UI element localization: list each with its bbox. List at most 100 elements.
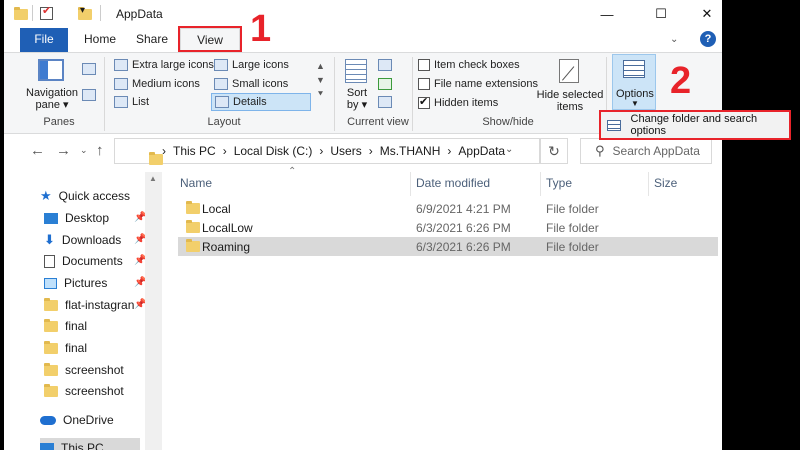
size-columns-icon[interactable]	[378, 96, 392, 108]
highlight-view-tab	[178, 26, 242, 52]
window-title: AppData	[116, 7, 163, 21]
back-arrow-icon[interactable]: ←	[30, 142, 45, 159]
breadcrumb-appdata[interactable]: AppData	[458, 144, 505, 158]
step-1-label: 1	[250, 8, 272, 50]
tab-share[interactable]: Share	[126, 28, 178, 52]
sort-by-icon[interactable]	[345, 59, 367, 83]
sidebar-item-this-pc[interactable]: This PC	[40, 438, 140, 450]
group-separator	[334, 57, 335, 131]
breadcrumb-user[interactable]: Ms.THANH	[380, 144, 441, 158]
sidebar-item-quick-access[interactable]: ★ Quick access	[40, 186, 130, 206]
breadcrumb-separator: ›	[447, 144, 452, 158]
file-list: ⌃ Name Date modified Type Size Local 6/9…	[164, 166, 722, 450]
sidebar-item-screenshot-2[interactable]: screenshot	[44, 381, 124, 401]
forward-arrow-icon[interactable]: →	[56, 142, 71, 159]
up-arrow-icon[interactable]: ↑	[96, 142, 104, 159]
maximize-button[interactable]: ☐	[638, 0, 684, 28]
change-folder-options-menu-item[interactable]: Change folder and search options	[631, 113, 789, 137]
tab-file[interactable]: File	[20, 28, 68, 52]
ribbon-collapse-icon[interactable]: ⌄	[670, 34, 678, 45]
sidebar-item-desktop[interactable]: Desktop	[44, 208, 109, 228]
layout-label: Details	[233, 96, 267, 108]
close-button[interactable]: ✕	[684, 0, 722, 28]
layout-label: Small icons	[232, 78, 289, 90]
column-header-type[interactable]: Type	[546, 176, 572, 190]
navigation-pane-icon[interactable]	[38, 59, 64, 81]
navigation-pane-label-2: pane	[35, 99, 60, 111]
layout-medium-icons[interactable]: Medium icons	[114, 78, 200, 90]
refresh-icon[interactable]: ↻	[540, 138, 568, 164]
desktop-icon	[44, 212, 58, 224]
ribbon-tabs: File Home Share View ⌄ ?	[4, 28, 722, 52]
minimize-button[interactable]: —	[584, 0, 630, 28]
sidebar-item-flat-instagram[interactable]: flat-instagran	[44, 295, 134, 315]
layout-large-icons[interactable]: Large icons	[214, 59, 289, 71]
breadcrumb-this-pc[interactable]: This PC	[173, 144, 216, 158]
table-row[interactable]: Roaming 6/3/2021 6:26 PM File folder	[178, 237, 718, 256]
item-check-boxes[interactable]: Item check boxes	[418, 59, 520, 71]
layout-list[interactable]: List	[114, 96, 149, 108]
layout-small-icons[interactable]: Small icons	[214, 78, 288, 90]
file-name-extensions[interactable]: File name extensions	[418, 78, 538, 90]
folder-icon	[44, 297, 58, 311]
sidebar-scrollbar[interactable]: ▲	[145, 172, 162, 450]
sidebar-item-final-2[interactable]: final	[44, 338, 87, 358]
group-label-current-view: Current view	[347, 116, 409, 128]
preview-pane-icon[interactable]	[82, 63, 96, 75]
hide-selected-label-2: items	[556, 101, 584, 113]
sidebar-item-pictures[interactable]: Pictures	[44, 273, 107, 293]
layout-details[interactable]: Details	[211, 93, 311, 111]
tab-home[interactable]: Home	[74, 28, 126, 52]
sidebar-item-screenshot[interactable]: screenshot	[44, 360, 124, 380]
breadcrumb-users[interactable]: Users	[330, 144, 361, 158]
details-pane-icon[interactable]	[82, 89, 96, 101]
navigation-pane-button[interactable]: Navigation pane ▾	[26, 87, 78, 111]
column-header-name[interactable]: Name	[180, 176, 212, 190]
sidebar-item-label: final	[65, 319, 88, 333]
sidebar-item-label: screenshot	[65, 363, 124, 377]
table-row[interactable]: LocalLow 6/3/2021 6:26 PM File folder	[178, 218, 718, 237]
hide-selected-items-button[interactable]: Hide selected items	[536, 89, 604, 113]
address-dropdown-icon[interactable]: ⌄	[505, 144, 513, 155]
folder-icon	[44, 383, 58, 397]
group-by-icon[interactable]	[378, 59, 392, 71]
recent-locations-icon[interactable]: ⌄	[80, 145, 88, 156]
address-bar[interactable]: › This PC › Local Disk (C:) › Users › Ms…	[114, 138, 540, 165]
folder-icon	[44, 340, 58, 354]
help-icon[interactable]: ?	[700, 31, 716, 47]
item-check-boxes-checkbox[interactable]	[418, 59, 430, 71]
sidebar-item-label: Documents	[62, 254, 123, 268]
column-header-size[interactable]: Size	[654, 176, 677, 190]
sort-by-button[interactable]: Sort by ▾	[344, 87, 370, 111]
search-input[interactable]: ⚲ Search AppData	[580, 138, 712, 164]
breadcrumb-separator: ›	[319, 144, 324, 158]
sidebar-item-final[interactable]: final	[44, 316, 87, 336]
layout-extra-large-icons[interactable]: Extra large icons	[114, 59, 214, 71]
hidden-items[interactable]: Hidden items	[418, 95, 498, 109]
picture-icon	[44, 277, 57, 289]
hide-selected-items-icon[interactable]	[559, 59, 579, 83]
hidden-items-checkbox[interactable]	[418, 95, 430, 109]
folder-icon	[186, 201, 200, 214]
options-button[interactable]: Options ▼	[612, 54, 656, 110]
quick-access-dropdown-icon[interactable]: ▾	[80, 5, 85, 16]
details-icon	[215, 96, 229, 108]
column-separator	[540, 172, 541, 196]
group-separator	[412, 57, 413, 131]
sidebar-item-documents[interactable]: Documents	[44, 251, 123, 271]
breadcrumb-local-disk[interactable]: Local Disk (C:)	[234, 144, 313, 158]
sidebar-item-downloads[interactable]: ⬇ Downloads	[44, 230, 121, 250]
sidebar-item-onedrive[interactable]: OneDrive	[40, 410, 114, 430]
scroll-up-icon[interactable]: ▲	[149, 174, 157, 183]
list-icon	[114, 96, 128, 108]
add-columns-icon[interactable]	[378, 78, 392, 90]
folder-icon	[186, 239, 200, 252]
sidebar-item-label: Pictures	[64, 276, 108, 290]
column-header-date[interactable]: Date modified	[416, 176, 490, 190]
title-bar: ✔ ▾ AppData — ☐ ✕	[4, 0, 722, 28]
table-row[interactable]: Local 6/9/2021 4:21 PM File folder	[178, 199, 718, 218]
properties-icon[interactable]: ✔	[40, 5, 53, 20]
file-name-extensions-checkbox[interactable]	[418, 78, 430, 90]
layout-scroll-icon[interactable]: ▲ ▼ ⯆	[316, 59, 325, 101]
file-type: File folder	[546, 201, 599, 216]
